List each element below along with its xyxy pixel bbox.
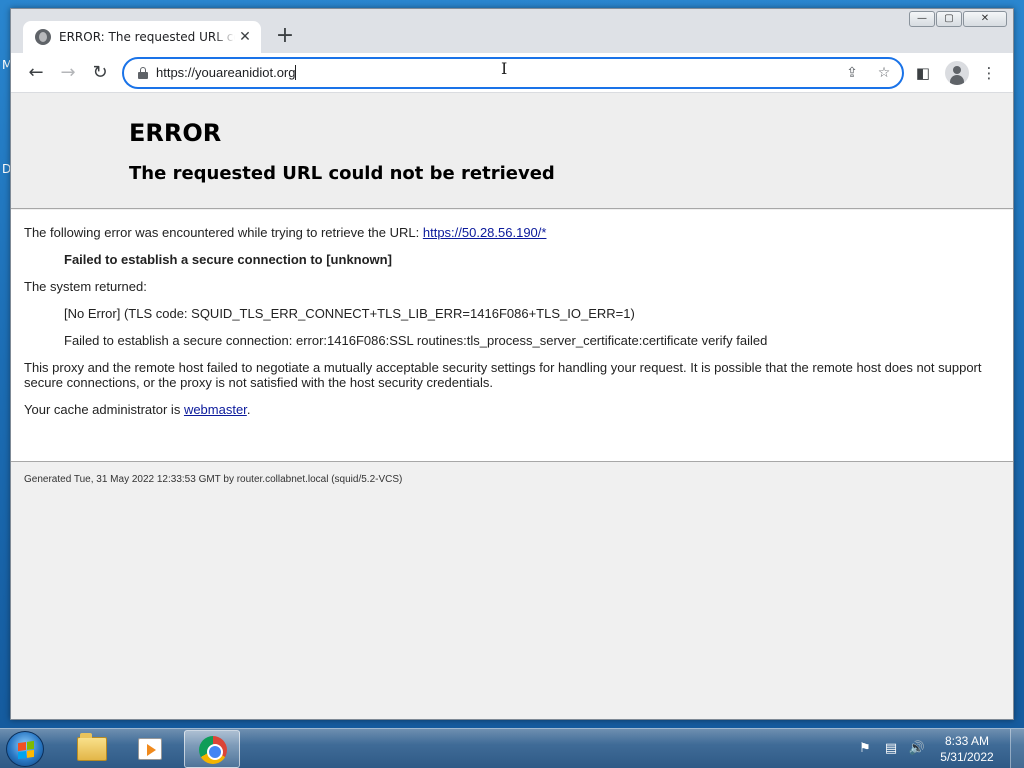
action-center-flag-icon[interactable]: ⚑ bbox=[856, 740, 874, 758]
error-content: The following error was encountered whil… bbox=[11, 210, 1013, 462]
new-tab-button[interactable]: + bbox=[273, 25, 297, 49]
browser-window: ERROR: The requested URL could not be re… bbox=[10, 8, 1014, 720]
clock-time: 8:33 AM bbox=[944, 734, 990, 748]
menu-kebab-icon[interactable]: ⋮ bbox=[979, 63, 999, 83]
show-desktop-button[interactable] bbox=[1010, 729, 1024, 768]
taskbar-media-player-button[interactable] bbox=[122, 730, 178, 768]
generated-footer: Generated Tue, 31 May 2022 12:33:53 GMT … bbox=[24, 474, 403, 485]
page-viewport: ERROR The requested URL could not be ret… bbox=[11, 93, 1013, 719]
folder-icon bbox=[77, 733, 107, 761]
error-subtitle: The requested URL could not be retrieved bbox=[129, 163, 555, 184]
webmaster-link[interactable]: webmaster bbox=[184, 402, 247, 417]
system-tray: ⚑ ▤ 🔊 8:33 AM 5/31/2022 bbox=[856, 729, 1024, 768]
tab-strip: ERROR: The requested URL could not be re… bbox=[11, 9, 1013, 53]
bookmark-star-icon[interactable]: ☆ bbox=[875, 64, 893, 82]
text-caret bbox=[295, 65, 297, 80]
lock-icon[interactable] bbox=[138, 67, 148, 79]
taskbar-explorer-button[interactable] bbox=[62, 730, 118, 768]
maximize-button[interactable]: ▢ bbox=[936, 11, 962, 27]
media-player-icon bbox=[138, 738, 162, 760]
taskbar: ⚑ ▤ 🔊 8:33 AM 5/31/2022 bbox=[0, 728, 1024, 768]
proxy-explanation: This proxy and the remote host failed to… bbox=[24, 360, 982, 390]
mouse-cursor-ibeam-icon: I bbox=[501, 59, 508, 78]
browser-toolbar: ← → ↻ https://youareanidiot.org ⇪ ☆ ◧ ⋮ … bbox=[11, 53, 1013, 93]
back-button[interactable]: ← bbox=[22, 59, 50, 87]
cache-admin-line: Your cache administrator is webmaster. bbox=[24, 402, 251, 417]
windows-logo-icon bbox=[18, 740, 34, 760]
tab-title: ERROR: The requested URL could not be re… bbox=[59, 30, 235, 44]
system-returned-label: The system returned: bbox=[24, 279, 147, 294]
tab-close-icon[interactable]: ✕ bbox=[237, 29, 253, 45]
clock[interactable]: 8:33 AM 5/31/2022 bbox=[934, 733, 1000, 765]
chrome-icon bbox=[199, 736, 227, 764]
minimize-button[interactable]: — bbox=[909, 11, 935, 27]
browser-tab[interactable]: ERROR: The requested URL could not be re… bbox=[23, 21, 261, 53]
globe-icon bbox=[35, 29, 51, 45]
taskbar-chrome-button[interactable] bbox=[184, 730, 240, 768]
window-controls: — ▢ ✕ bbox=[908, 11, 1007, 27]
network-icon[interactable]: ▤ bbox=[882, 740, 900, 758]
error-header: ERROR The requested URL could not be ret… bbox=[11, 93, 1013, 209]
start-button[interactable] bbox=[6, 731, 44, 767]
address-bar[interactable]: https://youareanidiot.org ⇪ ☆ bbox=[122, 57, 904, 89]
reload-button[interactable]: ↻ bbox=[86, 59, 114, 87]
volume-icon[interactable]: 🔊 bbox=[908, 740, 926, 758]
requested-url-link[interactable]: https://50.28.56.190/* bbox=[423, 225, 547, 240]
ssl-error-text: Failed to establish a secure connection:… bbox=[64, 333, 768, 348]
intro-line: The following error was encountered whil… bbox=[24, 225, 547, 240]
error-title: ERROR bbox=[129, 119, 222, 147]
clock-date: 5/31/2022 bbox=[940, 750, 994, 764]
close-window-button[interactable]: ✕ bbox=[963, 11, 1007, 27]
error-heading: Failed to establish a secure connection … bbox=[64, 252, 392, 267]
url-text[interactable]: https://youareanidiot.org bbox=[156, 65, 297, 80]
profile-avatar-icon[interactable] bbox=[945, 61, 969, 85]
side-panel-icon[interactable]: ◧ bbox=[913, 63, 933, 83]
forward-button[interactable]: → bbox=[54, 59, 82, 87]
share-icon[interactable]: ⇪ bbox=[843, 64, 861, 82]
tls-code-text: [No Error] (TLS code: SQUID_TLS_ERR_CONN… bbox=[64, 306, 635, 321]
